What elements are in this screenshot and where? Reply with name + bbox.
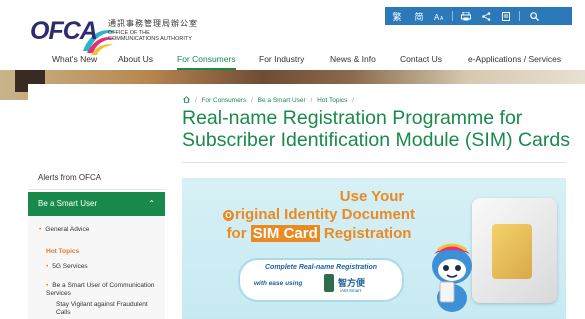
logo-text: OFCA xyxy=(30,17,98,45)
nav-e-applications[interactable]: e-Applications / Services xyxy=(468,50,561,68)
breadcrumb-separator: / xyxy=(352,97,355,104)
simplified-chinese-button[interactable]: 简 xyxy=(409,7,429,25)
sidebar-subitem-stay-vigilant[interactable]: Stay Vigilant against Fraudulent Calls xyxy=(56,301,156,317)
mascot-illustration xyxy=(432,243,472,312)
sidebar-subitem-general-advice[interactable]: • General Advice xyxy=(39,226,89,234)
traditional-chinese-button[interactable]: 繁 xyxy=(385,7,409,25)
toolbar-divider xyxy=(452,11,453,21)
hero-banner-image: Use Your Original Identity Document for … xyxy=(182,178,566,319)
hero-headline-1: Use Your xyxy=(339,188,405,205)
svg-text:A: A xyxy=(440,16,444,21)
bookmark-icon xyxy=(502,11,510,21)
chevron-up-icon: ⌃ xyxy=(148,199,155,208)
share-button[interactable] xyxy=(476,7,496,25)
home-icon[interactable] xyxy=(183,96,192,104)
print-icon xyxy=(461,11,471,20)
sidebar-subitem-smart-communication[interactable]: • Be a Smart User of Communication Servic… xyxy=(46,282,156,298)
breadcrumb-hot-topics[interactable]: Hot Topics xyxy=(317,97,347,104)
search-icon xyxy=(529,11,539,21)
hero-headline-2: Original Identity Document xyxy=(204,206,434,223)
hero-headline-3: for SIM Card Registration xyxy=(226,225,412,242)
breadcrumb-separator: / xyxy=(251,97,253,104)
bullet-icon: • xyxy=(46,263,49,270)
nav-about-us[interactable]: About Us xyxy=(118,50,153,68)
sidebar-item-alerts[interactable]: Alerts from OFCA xyxy=(28,166,165,190)
hero-bubble-line-2: with ease using xyxy=(254,280,303,287)
breadcrumb-for-consumers[interactable]: For Consumers xyxy=(201,97,246,104)
nav-whats-new[interactable]: What's New xyxy=(52,50,97,68)
logo-english-name: OFFICE OF THE COMMUNICATIONS AUTHORITY xyxy=(108,30,192,42)
hero-speech-bubble: Complete Real-name Registration with eas… xyxy=(238,258,404,302)
hero-o-badge: O xyxy=(222,209,234,221)
bullet-icon: • xyxy=(46,282,49,289)
print-button[interactable] xyxy=(456,7,476,25)
title-divider xyxy=(182,162,566,163)
nav-contact-us[interactable]: Contact Us xyxy=(400,50,442,68)
toolbar-divider xyxy=(519,11,520,21)
phone-icon xyxy=(324,274,334,292)
iam-smart-logo-subtext: iAM Smart xyxy=(340,288,362,293)
breadcrumb-separator: / xyxy=(194,97,197,104)
nav-for-consumers[interactable]: For Consumers xyxy=(177,50,236,70)
utility-toolbar: 繁 简 AA xyxy=(385,7,572,25)
sidebar-item-label: Be a Smart User xyxy=(38,199,98,208)
site-header: OFCA 通訊事務管理局辦公室 OFFICE OF THE COMMUNICAT… xyxy=(0,0,585,70)
share-icon xyxy=(481,11,490,21)
nav-news-info[interactable]: News & Info xyxy=(330,50,376,68)
sim-chip-illustration xyxy=(492,224,532,279)
search-button[interactable] xyxy=(523,7,545,25)
bullet-icon: • xyxy=(39,226,42,233)
logo-chinese-name: 通訊事務管理局辦公室 xyxy=(108,19,198,28)
hero-bubble-line-1: Complete Real-name Registration xyxy=(264,264,378,271)
font-size-button[interactable]: AA xyxy=(429,7,449,25)
breadcrumb: / For Consumers / Be a Smart User / Hot … xyxy=(183,96,357,104)
page-title: Real-name Registration Programme for Sub… xyxy=(182,107,570,151)
main-nav: What's New About Us For Consumers For In… xyxy=(0,50,585,70)
sidebar-subitem-hot-topics[interactable]: Hot Topics xyxy=(46,248,79,255)
breadcrumb-separator: / xyxy=(310,97,313,104)
nav-for-industry[interactable]: For Industry xyxy=(259,50,304,68)
bookmark-button[interactable] xyxy=(496,7,516,25)
font-size-icon: AA xyxy=(434,13,444,21)
sidebar-item-be-a-smart-user[interactable]: Be a Smart User ⌃ xyxy=(28,192,165,216)
sidebar-subitem-5g-services[interactable]: • 5G Services xyxy=(46,263,88,271)
breadcrumb-be-a-smart-user[interactable]: Be a Smart User xyxy=(258,97,306,104)
